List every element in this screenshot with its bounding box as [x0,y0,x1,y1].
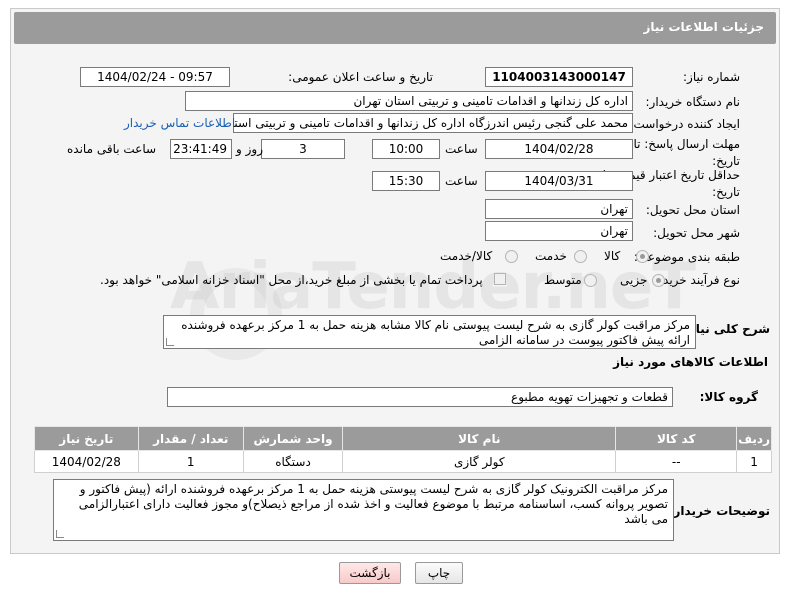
buyer-notes-label: توضیحات خریدار: [668,504,770,518]
announce-datetime-field: 1404/02/24 - 09:57 [80,67,230,87]
reply-days-label: روز و [236,142,263,156]
process-radio-minor[interactable] [652,274,665,287]
treasury-payment-checkbox[interactable] [494,273,506,285]
treasury-payment-note: پرداخت تمام یا بخشی از مبلغ خرید،از محل … [100,273,483,287]
summary-text: مرکز مراقبت کولر گازی به شرح لیست پیوستی… [181,318,690,347]
buyer-notes-textarea[interactable]: مرکز مراقبت الکترونیک کولر گازی به شرح ل… [53,479,674,541]
col-need-date: تاریخ نیاز [34,426,139,451]
process-radio-medium[interactable] [584,274,597,287]
cell-item-code: -- [615,450,738,473]
remaining-time-label: ساعت باقی مانده [67,142,157,156]
process-option-medium: متوسط [544,273,582,287]
page-title: جزئیات اطلاعات نیاز [643,20,764,34]
cell-need-date: 1404/02/28 [34,450,139,473]
need-number-field: 1104003143000147 [485,67,633,87]
delivery-city-label: شهر محل تحویل: [653,226,740,240]
goods-group-label: گروه کالا: [699,390,758,404]
price-validity-date: 1404/03/31 [485,171,633,191]
buyer-org-label: نام دستگاه خریدار: [645,95,741,109]
resize-grip-icon[interactable] [166,338,174,346]
cell-unit: دستگاه [242,450,344,473]
category-option-goods-service: کالا/خدمت [440,249,493,263]
col-quantity: تعداد / مقدار [137,426,244,451]
requester-label: ایجاد کننده درخواست: [629,117,740,131]
reply-deadline-time-label: ساعت [445,142,478,156]
back-button[interactable]: بازگشت [339,562,401,584]
summary-textarea[interactable]: مرکز مراقبت کولر گازی به شرح لیست پیوستی… [163,315,696,349]
requester-field: محمد علی گنجی رئیس اندرزگاه اداره کل زند… [233,113,633,133]
reply-deadline-label: مهلت ارسال پاسخ: تا تاریخ: [633,137,740,168]
category-radio-goods-service[interactable] [505,250,518,263]
buyer-contact-link[interactable]: اطلاعات تماس خریدار [124,116,235,130]
reply-deadline-time: 10:00 [372,139,440,159]
price-validity-time: 15:30 [372,171,440,191]
cell-item-name: کولر گازی [342,450,617,473]
summary-label: شرح کلی نیاز: [684,322,770,336]
need-number-label: شماره نیاز: [683,70,740,84]
print-button[interactable]: چاپ [415,562,463,584]
cell-quantity: 1 [137,450,244,473]
reply-days-field: 3 [261,139,345,159]
goods-table: ردیف کد کالا نام کالا واحد شمارش تعداد /… [34,426,772,473]
goods-group-field: قطعات و تجهیزات تهویه مطبوع [167,387,673,407]
cell-row-number: 1 [736,450,772,473]
panel-header: جزئیات اطلاعات نیاز [14,12,776,44]
category-option-service: خدمت [535,249,567,263]
goods-table-header: ردیف کد کالا نام کالا واحد شمارش تعداد /… [34,426,772,451]
delivery-city-field: تهران [485,221,633,241]
delivery-province-label: استان محل تحویل: [645,203,740,217]
announce-datetime-label: تاریخ و ساعت اعلان عمومی: [288,70,433,84]
price-validity-time-label: ساعت [445,174,478,188]
category-radio-goods[interactable] [636,250,649,263]
buyer-notes-text: مرکز مراقبت الکترونیک کولر گازی به شرح ل… [78,482,668,526]
purchase-process-label: نوع فرآیند خرید : [655,273,740,287]
buyer-org-field: اداره کل زندانها و اقدامات تامینی و تربی… [185,91,633,111]
goods-section-title: اطلاعات کالاهای مورد نیاز [613,355,768,369]
col-unit: واحد شمارش [242,426,344,451]
delivery-province-field: تهران [485,199,633,219]
table-row: 1 -- کولر گازی دستگاه 1 1404/02/28 [34,450,772,473]
remaining-time-field: 23:41:49 [170,139,232,159]
col-row-number: ردیف [736,426,772,451]
process-option-minor: جزیی [620,273,648,287]
category-option-goods: کالا [604,249,621,263]
col-item-code: کد کالا [615,426,738,451]
reply-deadline-date: 1404/02/28 [485,139,633,159]
col-item-name: نام کالا [342,426,617,451]
category-radio-service[interactable] [574,250,587,263]
category-label: طبقه بندی موضوعی: [633,250,740,264]
resize-grip-icon[interactable] [56,530,64,538]
